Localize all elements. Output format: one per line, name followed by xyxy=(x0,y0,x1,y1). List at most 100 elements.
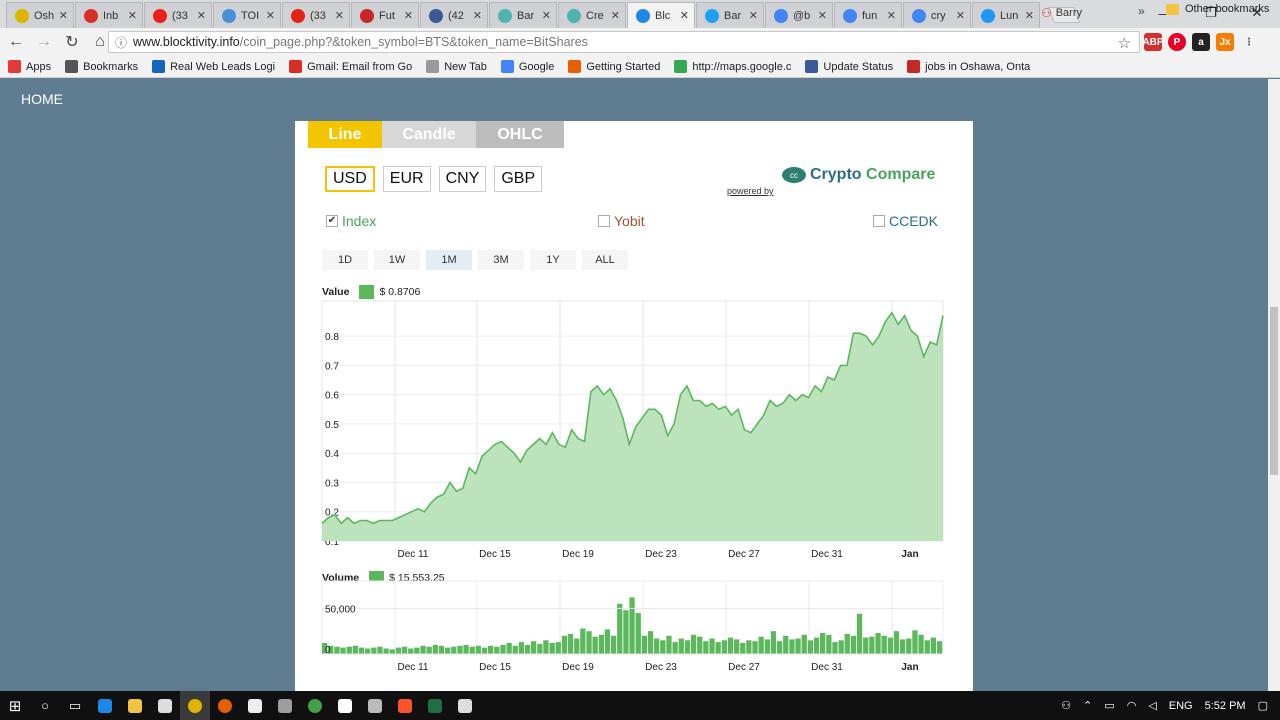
bookmark-item[interactable]: jobs in Oshawa, Onta xyxy=(907,60,1030,73)
bookmark-item[interactable]: http://maps.google.c xyxy=(674,60,791,73)
browser-tab[interactable]: (33 ✕ xyxy=(282,2,350,28)
checkbox-icon[interactable]: ✔ xyxy=(326,215,338,227)
tab-close-icon[interactable]: ✕ xyxy=(749,9,758,22)
bookmark-item[interactable]: Google xyxy=(500,60,554,73)
task-view-icon[interactable]: ▭ xyxy=(60,691,90,720)
jx-extension-icon[interactable]: Jx xyxy=(1216,33,1234,51)
browser-tab[interactable]: Osh ✕ xyxy=(6,2,74,28)
people-icon[interactable]: ⚇ xyxy=(1061,699,1071,712)
back-icon[interactable]: ← xyxy=(4,33,28,51)
bookmark-item[interactable]: Gmail: Email from Go xyxy=(289,60,412,73)
tray-chevron-icon[interactable]: ⌃ xyxy=(1083,699,1092,712)
bookmarks-overflow-icon[interactable]: » xyxy=(1138,4,1145,18)
tab-close-icon[interactable]: ✕ xyxy=(197,9,206,22)
wifi-icon[interactable]: ◠ xyxy=(1127,699,1137,712)
browser-tab[interactable]: @b ✕ xyxy=(765,2,833,28)
currency-cny-button[interactable]: CNY xyxy=(438,166,487,192)
home-link[interactable]: HOME xyxy=(21,91,63,107)
chart-tab-ohlc[interactable]: OHLC xyxy=(476,121,564,148)
firefox-icon[interactable] xyxy=(210,691,240,720)
tab-close-icon[interactable]: ✕ xyxy=(542,9,551,22)
tab-close-icon[interactable]: ✕ xyxy=(956,9,965,22)
calculator-icon[interactable] xyxy=(360,691,390,720)
browser-tab[interactable]: TOI ✕ xyxy=(213,2,281,28)
browser-tab[interactable]: Fut ✕ xyxy=(351,2,419,28)
chart-tab-candle[interactable]: Candle xyxy=(382,121,476,148)
battery-icon[interactable]: ▭ xyxy=(1104,699,1114,712)
store-icon[interactable] xyxy=(150,691,180,720)
menu-icon[interactable]: ⋮ xyxy=(1240,33,1258,51)
app-icon[interactable] xyxy=(270,691,300,720)
range-1d-button[interactable]: 1D xyxy=(322,250,368,270)
tab-close-icon[interactable]: ✕ xyxy=(818,9,827,22)
bookmark-item[interactable]: Real Web Leads Logi xyxy=(152,60,275,73)
range-1y-button[interactable]: 1Y xyxy=(530,250,576,270)
tab-close-icon[interactable]: ✕ xyxy=(128,9,137,22)
chrome-icon[interactable] xyxy=(180,691,210,720)
tab-close-icon[interactable]: ✕ xyxy=(1025,9,1034,22)
bookmark-star-icon[interactable]: ☆ xyxy=(1118,34,1131,52)
range-1w-button[interactable]: 1W xyxy=(374,250,420,270)
maps-icon[interactable] xyxy=(300,691,330,720)
bookmark-item[interactable]: New Tab xyxy=(426,60,487,73)
range-3m-button[interactable]: 3M xyxy=(478,250,524,270)
exchange-yobit-filter[interactable]: Yobit xyxy=(598,213,645,229)
tab-close-icon[interactable]: ✕ xyxy=(404,9,413,22)
range-1m-button[interactable]: 1M xyxy=(426,250,472,270)
volume-icon[interactable]: ◁ xyxy=(1148,699,1156,712)
tab-close-icon[interactable]: ✕ xyxy=(266,9,275,22)
notes-icon[interactable] xyxy=(240,691,270,720)
range-all-button[interactable]: ALL xyxy=(582,250,628,270)
browser-tab[interactable]: Cre ✕ xyxy=(558,2,626,28)
clock[interactable]: 5:52 PM xyxy=(1205,700,1246,712)
currency-eur-button[interactable]: EUR xyxy=(382,166,431,192)
tab-close-icon[interactable]: ✕ xyxy=(680,9,689,22)
browser-tab[interactable]: cry ✕ xyxy=(903,2,971,28)
start-icon[interactable]: ⊞ xyxy=(0,691,30,720)
edge-icon[interactable] xyxy=(90,691,120,720)
reload-icon[interactable]: ↻ xyxy=(60,32,84,52)
info-icon[interactable]: ⓘ xyxy=(115,34,127,51)
forward-icon[interactable]: → xyxy=(32,33,56,51)
tab-close-icon[interactable]: ✕ xyxy=(473,9,482,22)
address-bar[interactable]: ⓘ www.blocktivity.info/coin_page.php?&to… xyxy=(108,31,1140,53)
bookmark-item[interactable]: Getting Started xyxy=(568,60,660,73)
scrollbar-thumb[interactable] xyxy=(1270,307,1278,475)
explorer-icon[interactable] xyxy=(120,691,150,720)
tab-close-icon[interactable]: ✕ xyxy=(611,9,620,22)
tab-close-icon[interactable]: ✕ xyxy=(335,9,344,22)
browser-tab[interactable]: Inb ✕ xyxy=(75,2,143,28)
checkbox-icon[interactable] xyxy=(598,215,610,227)
adblock-icon[interactable]: ABP xyxy=(1142,33,1164,51)
pinterest-icon[interactable]: P xyxy=(1168,33,1186,51)
photos-icon[interactable] xyxy=(450,691,480,720)
language-indicator[interactable]: ENG xyxy=(1169,700,1193,712)
browser-tab[interactable]: Blc ✕ xyxy=(627,2,695,28)
bookmark-item[interactable]: Apps xyxy=(8,60,51,73)
price-chart[interactable]: 0.10.20.30.40.50.60.70.8Dec 11 Dec 15 Dec … xyxy=(295,291,973,571)
page-scrollbar[interactable] xyxy=(1268,79,1280,691)
excel-icon[interactable] xyxy=(420,691,450,720)
bookmark-item[interactable]: Update Status xyxy=(805,60,893,73)
bookmark-item[interactable]: Bookmarks xyxy=(65,60,138,73)
exchange-ccedk-filter[interactable]: CCEDK xyxy=(873,213,938,229)
cryptocompare-logo[interactable]: cc Crypto Compare xyxy=(782,166,935,184)
cortana-icon[interactable]: ○ xyxy=(30,691,60,720)
tab-close-icon[interactable]: ✕ xyxy=(887,9,896,22)
mail-icon[interactable] xyxy=(330,691,360,720)
browser-tab[interactable]: Bar ✕ xyxy=(489,2,557,28)
currency-usd-button[interactable]: USD xyxy=(325,166,375,192)
browser-tab[interactable]: (42 ✕ xyxy=(420,2,488,28)
browser-tab[interactable]: (33 ✕ xyxy=(144,2,212,28)
powered-by-link[interactable]: powered by xyxy=(727,186,774,196)
amazon-icon[interactable]: a xyxy=(1192,33,1210,51)
currency-gbp-button[interactable]: GBP xyxy=(494,166,543,192)
browser-tab[interactable]: fun ✕ xyxy=(834,2,902,28)
browser-tab[interactable]: Bar ✕ xyxy=(696,2,764,28)
brave-icon[interactable] xyxy=(390,691,420,720)
notifications-icon[interactable]: ▢ xyxy=(1258,699,1268,712)
other-bookmarks[interactable]: Other bookmarks xyxy=(1166,3,1269,15)
chart-tab-line[interactable]: Line xyxy=(308,121,382,148)
tab-close-icon[interactable]: ✕ xyxy=(59,9,68,22)
profile-button[interactable]: ⚇ Barry xyxy=(1041,6,1082,20)
